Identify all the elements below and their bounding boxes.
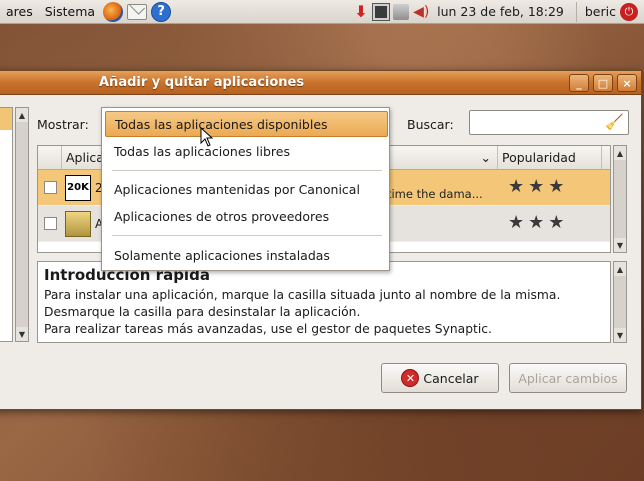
app-icon-text: 20K [67, 182, 89, 193]
header-application-label: Aplica [66, 150, 104, 165]
category-scrollbar[interactable]: ▲ ▼ [15, 107, 29, 342]
window-title: Añadir y quitar aplicaciones [99, 75, 305, 90]
scroll-up-arrow[interactable]: ▲ [614, 146, 626, 160]
firefox-icon[interactable] [103, 1, 124, 22]
system-tray: ⬇ ◀) lun 23 de feb, 18:29 beric ⏻ [351, 0, 644, 24]
scroll-down-arrow[interactable]: ▼ [614, 328, 626, 342]
quick-intro-panel: Introducción rápida Para instalar una ap… [37, 261, 611, 343]
menu-system[interactable]: Sistema [39, 4, 101, 19]
user-name[interactable]: beric [581, 4, 620, 19]
apply-changes-button[interactable]: Aplicar cambios [509, 363, 627, 393]
help-icon[interactable]: ? [151, 1, 172, 22]
panel-separator [575, 1, 577, 22]
menu-applications[interactable]: ares [0, 4, 39, 19]
scroll-up-arrow[interactable]: ▲ [614, 262, 626, 276]
header-checkbox-col[interactable] [38, 146, 62, 169]
install-checkbox[interactable] [44, 181, 57, 194]
popularity-stars: ★★★ [508, 212, 569, 233]
dropdown-item-third-party[interactable]: Aplicaciones de otros proveedores [105, 203, 388, 229]
search-input[interactable]: 🧹 [469, 110, 629, 135]
cancel-button[interactable]: ✕ Cancelar [381, 363, 499, 393]
update-icon[interactable]: ⬇ [353, 3, 369, 20]
popularity-stars: ★★★ [508, 176, 569, 197]
window-controls: _ □ × [569, 74, 641, 92]
scroll-track[interactable] [16, 122, 28, 327]
category-list[interactable] [0, 107, 13, 342]
mail-launcher[interactable] [127, 2, 148, 22]
apply-label: Aplicar cambios [518, 370, 618, 386]
maximize-button[interactable]: □ [593, 74, 613, 92]
info-line: Desmarque la casilla para desinstalar la… [44, 305, 361, 319]
volume-icon[interactable]: ◀) [413, 4, 429, 20]
search-label: Buscar: [407, 117, 454, 132]
show-label: Mostrar: [37, 117, 89, 132]
app-description: n time the dama... [376, 187, 483, 201]
category-selected[interactable] [0, 108, 12, 130]
header-popularity[interactable]: Popularidad [498, 146, 602, 169]
table-scrollbar[interactable]: ▲ ▼ [613, 145, 627, 253]
archive-app-icon [65, 210, 91, 237]
network-icon[interactable] [372, 2, 391, 21]
clear-broom-icon[interactable]: 🧹 [605, 113, 624, 131]
dropdown-item-all-available[interactable]: Todas las aplicaciones disponibles [105, 111, 388, 137]
dropdown-item-canonical[interactable]: Aplicaciones mantenidas por Canonical [105, 176, 388, 202]
show-filter-dropdown[interactable]: Todas las aplicaciones disponibles Todas… [101, 107, 390, 271]
cancel-icon: ✕ [401, 369, 420, 387]
app-20k-icon: 20K [65, 174, 91, 201]
scroll-up-arrow[interactable]: ▲ [16, 108, 28, 122]
scroll-track[interactable] [614, 276, 626, 328]
dropdown-item-all-free[interactable]: Todas las aplicaciones libres [105, 138, 388, 164]
power-icon[interactable]: ⏻ [620, 2, 638, 21]
install-checkbox[interactable] [44, 217, 57, 230]
scroll-down-arrow[interactable]: ▼ [16, 327, 28, 341]
scroll-track[interactable] [614, 160, 626, 238]
cancel-label: Cancelar [423, 370, 479, 386]
dropdown-separator [112, 235, 382, 236]
sort-chevron-icon: ⌄ [480, 150, 491, 165]
close-button[interactable]: × [617, 74, 637, 92]
window-titlebar[interactable]: Añadir y quitar aplicaciones _ □ × [0, 71, 641, 95]
info-line: Para realizar tareas más avanzadas, use … [44, 322, 492, 336]
dropdown-separator [112, 170, 382, 171]
minimize-button[interactable]: _ [569, 74, 589, 92]
clock[interactable]: lun 23 de feb, 18:29 [431, 4, 572, 19]
header-popularity-label: Popularidad [502, 150, 576, 165]
printer-icon[interactable] [393, 3, 410, 20]
mail-icon [127, 3, 148, 20]
scroll-down-arrow[interactable]: ▼ [614, 238, 626, 252]
info-line: Para instalar una aplicación, marque la … [44, 288, 561, 302]
top-panel: ares Sistema ? ⬇ ◀) lun 23 de feb, 18:29… [0, 0, 644, 24]
dropdown-item-installed-only[interactable]: Solamente aplicaciones instaladas [105, 242, 388, 268]
info-scrollbar[interactable]: ▲ ▼ [613, 261, 627, 343]
